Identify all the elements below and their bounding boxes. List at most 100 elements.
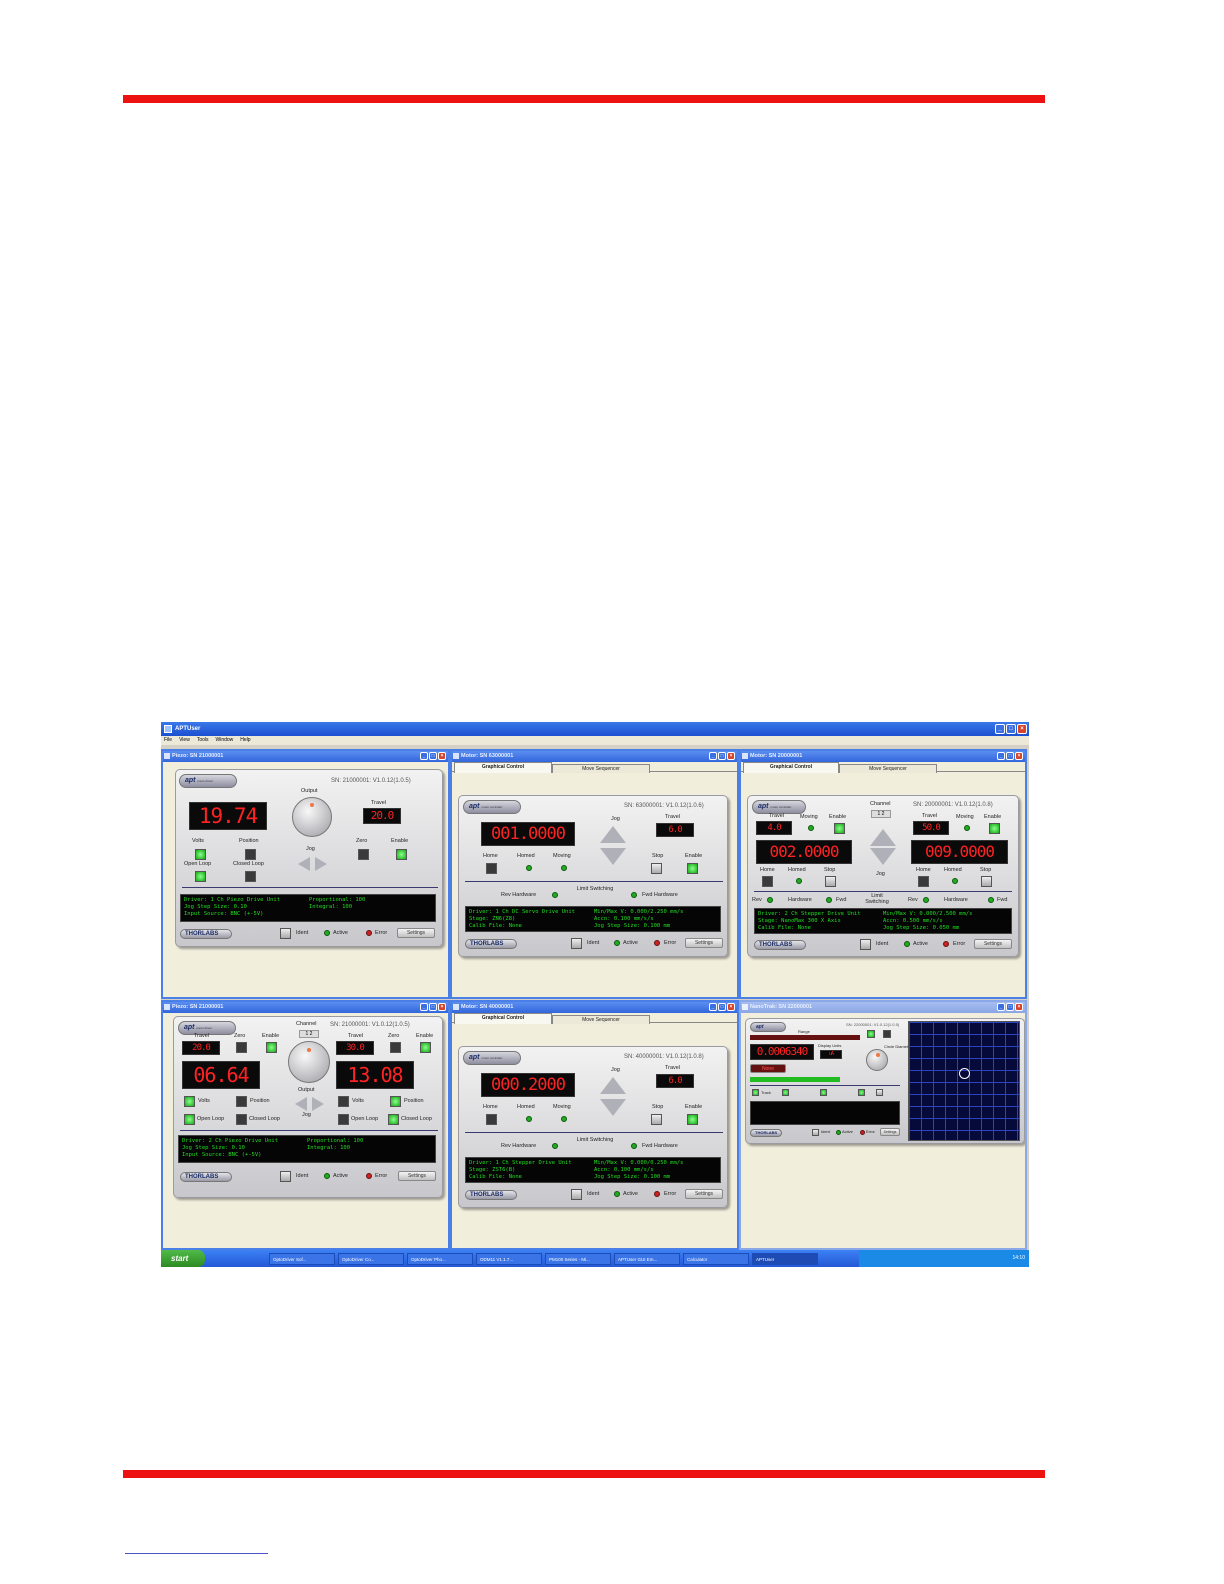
settings-button[interactable]: Settings <box>880 1128 900 1136</box>
position-button-b[interactable] <box>390 1096 401 1107</box>
nanotrak-window[interactable]: NanoTrak: SN 22000001 _ □ × apt SN: 2200000… <box>739 1000 1027 1250</box>
mode-button-5[interactable] <box>876 1089 883 1096</box>
motor-window-2-title-bar[interactable]: Motor: SN 20000001 _ □ × <box>741 751 1025 762</box>
output-knob[interactable] <box>292 797 332 837</box>
circle-diameter-knob[interactable] <box>866 1049 888 1071</box>
mode-button-4[interactable] <box>858 1089 865 1096</box>
motor-window-2[interactable]: Motor: SN 20000001 _ □ × Graphical Control … <box>739 749 1027 999</box>
settings-button[interactable]: Settings <box>398 1171 436 1181</box>
jog-up-icon[interactable] <box>870 829 896 846</box>
zero-button-a[interactable] <box>236 1042 247 1053</box>
stop-button[interactable] <box>651 1114 662 1125</box>
enable-button[interactable] <box>687 1114 698 1125</box>
maximize-icon[interactable]: □ <box>1006 1003 1014 1011</box>
nanotrak-window-title-bar[interactable]: NanoTrak: SN 22000001 _ □ × <box>741 1002 1025 1013</box>
jog-down-icon[interactable] <box>870 848 896 865</box>
track-mode-button[interactable] <box>752 1089 759 1096</box>
enable-button-a[interactable] <box>834 823 845 834</box>
track-button[interactable] <box>867 1030 875 1038</box>
enable-button[interactable] <box>396 849 407 860</box>
channel-selector[interactable]: 1 2 <box>871 810 891 818</box>
piezo-window-1[interactable]: Piezo: SN 21000001 _ □ × apt piezo driver SN… <box>161 749 450 999</box>
tab-move-sequencer[interactable]: Move Sequencer <box>552 764 650 773</box>
taskbar-item[interactable]: APTUser GUI Em... <box>614 1252 680 1265</box>
menu-tools[interactable]: Tools <box>197 736 209 745</box>
taskbar-item[interactable]: ODM11 V1.1.7... <box>476 1252 542 1265</box>
maximize-icon[interactable]: □ <box>718 752 726 760</box>
menu-view[interactable]: View <box>179 736 190 745</box>
maximize-icon[interactable]: □ <box>718 1003 726 1011</box>
mode-button-2[interactable] <box>782 1089 789 1096</box>
taskbar-item[interactable]: Calculator <box>683 1252 749 1265</box>
taskbar-item[interactable]: OptoDriver Pho... <box>407 1252 473 1265</box>
motor-window-3[interactable]: Motor: SN 40000001 _ □ × Graphical Control … <box>450 1000 739 1250</box>
position-button[interactable] <box>245 849 256 860</box>
jog-up-icon[interactable] <box>600 1077 626 1094</box>
settings-button[interactable]: Settings <box>397 928 435 938</box>
maximize-icon[interactable]: □ <box>1006 752 1014 760</box>
settings-button[interactable]: Settings <box>974 939 1012 949</box>
output-knob[interactable] <box>288 1041 330 1083</box>
ident-button[interactable] <box>571 1189 582 1200</box>
app-title-bar[interactable]: APTUser _ □ × <box>161 722 1029 736</box>
position-button-a[interactable] <box>236 1096 247 1107</box>
ident-button[interactable] <box>860 939 871 950</box>
close-icon[interactable]: × <box>727 1003 735 1011</box>
mode-button-3[interactable] <box>820 1089 827 1096</box>
enable-button-b[interactable] <box>989 823 1000 834</box>
home-button[interactable] <box>486 863 497 874</box>
open-loop-button-b[interactable] <box>338 1114 349 1125</box>
enable-button-a[interactable] <box>266 1042 277 1053</box>
minimize-icon[interactable]: _ <box>420 1003 428 1011</box>
tab-move-sequencer[interactable]: Move Sequencer <box>552 1015 650 1024</box>
jog-right-icon[interactable] <box>312 1097 324 1111</box>
closed-loop-button-a[interactable] <box>236 1114 247 1125</box>
jog-up-icon[interactable] <box>600 826 626 843</box>
zero-button-b[interactable] <box>390 1042 401 1053</box>
maximize-icon[interactable]: □ <box>429 1003 437 1011</box>
menu-help[interactable]: Help <box>240 736 250 745</box>
close-icon[interactable]: × <box>727 752 735 760</box>
channel-selector[interactable]: 1 2 <box>299 1030 319 1038</box>
stop-button-b[interactable] <box>981 876 992 887</box>
close-icon[interactable]: × <box>438 1003 446 1011</box>
ident-button[interactable] <box>812 1129 819 1136</box>
ident-button[interactable] <box>571 938 582 949</box>
minimize-icon[interactable]: _ <box>709 1003 717 1011</box>
taskbar-item[interactable]: OptoDriver Sof... <box>269 1252 335 1265</box>
close-icon[interactable]: × <box>1017 724 1027 734</box>
minimize-icon[interactable]: _ <box>995 724 1005 734</box>
jog-down-icon[interactable] <box>600 1099 626 1116</box>
stop-button-a[interactable] <box>825 876 836 887</box>
aptuser-application-window[interactable]: APTUser _ □ × File View Tools Window Help … <box>161 722 1029 1267</box>
jog-down-icon[interactable] <box>600 848 626 865</box>
footer-link-underline[interactable] <box>125 1553 268 1554</box>
volts-button-b[interactable] <box>338 1096 349 1107</box>
minimize-icon[interactable]: _ <box>997 1003 1005 1011</box>
settings-button[interactable]: Settings <box>685 1189 723 1199</box>
taskbar-item-active[interactable]: APTUser <box>752 1252 818 1265</box>
piezo-window-2-title-bar[interactable]: Piezo: SN 21000001 _ □ × <box>163 1002 448 1013</box>
ident-button[interactable] <box>280 928 291 939</box>
close-icon[interactable]: × <box>1015 1003 1023 1011</box>
maximize-icon[interactable]: □ <box>1006 724 1016 734</box>
enable-button-b[interactable] <box>420 1042 431 1053</box>
close-icon[interactable]: × <box>1015 752 1023 760</box>
volts-button[interactable] <box>195 849 206 860</box>
taskbar-item[interactable]: OptoDriver Co... <box>338 1252 404 1265</box>
zero-button[interactable] <box>358 849 369 860</box>
stop-button[interactable] <box>651 863 662 874</box>
tab-graphical-control[interactable]: Graphical Control <box>743 762 839 773</box>
ident-button[interactable] <box>280 1171 291 1182</box>
motor-window-3-title-bar[interactable]: Motor: SN 40000001 _ □ × <box>452 1002 737 1013</box>
close-icon[interactable]: × <box>438 752 446 760</box>
latch-button[interactable] <box>883 1030 891 1038</box>
minimize-icon[interactable]: _ <box>997 752 1005 760</box>
maximize-icon[interactable]: □ <box>429 752 437 760</box>
settings-button[interactable]: Settings <box>685 938 723 948</box>
open-loop-button[interactable] <box>195 871 206 882</box>
jog-left-icon[interactable] <box>298 857 310 871</box>
tab-move-sequencer[interactable]: Move Sequencer <box>839 764 937 773</box>
home-button-a[interactable] <box>762 876 773 887</box>
closed-loop-button-b[interactable] <box>388 1114 399 1125</box>
